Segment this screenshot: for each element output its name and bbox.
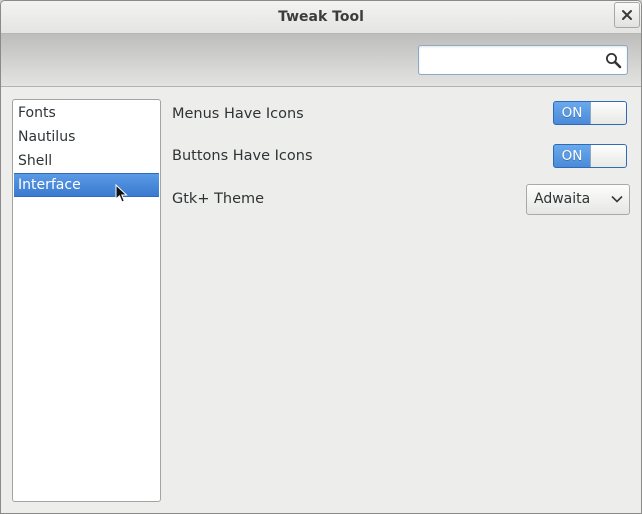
buttons-have-icons-label: Buttons Have Icons xyxy=(172,148,313,164)
sidebar-item-interface[interactable]: Interface xyxy=(14,173,159,197)
search-box[interactable] xyxy=(418,45,628,75)
sidebar-item-shell[interactable]: Shell xyxy=(14,149,159,173)
titlebar[interactable]: Tweak Tool xyxy=(1,1,641,34)
toolbar xyxy=(1,34,641,87)
switch-state-label: ON xyxy=(561,105,583,121)
sidebar-item-fonts[interactable]: Fonts xyxy=(14,101,159,125)
search-input[interactable] xyxy=(423,49,602,71)
switch-knob[interactable] xyxy=(590,145,626,167)
gtk-theme-label: Gtk+ Theme xyxy=(172,191,265,207)
category-list: Fonts Nautilus Shell Interface xyxy=(12,99,161,502)
chevron-down-icon xyxy=(611,195,623,203)
menus-have-icons-label: Menus Have Icons xyxy=(172,106,304,122)
search-icon[interactable] xyxy=(605,52,622,69)
buttons-have-icons-switch[interactable]: ON xyxy=(553,144,627,168)
switch-state-label: ON xyxy=(561,148,583,164)
switch-knob[interactable] xyxy=(590,102,626,124)
window-title: Tweak Tool xyxy=(278,9,364,25)
close-button[interactable] xyxy=(614,2,640,28)
mouse-pointer-icon xyxy=(115,184,128,203)
sidebar-item-nautilus[interactable]: Nautilus xyxy=(14,125,159,149)
gtk-theme-value: Adwaita xyxy=(534,191,591,207)
menus-have-icons-switch[interactable]: ON xyxy=(553,101,627,125)
gtk-theme-dropdown[interactable]: Adwaita xyxy=(526,184,630,215)
close-icon xyxy=(622,10,632,20)
tweak-tool-window: Tweak Tool Fonts Nautilus Shell Interfac… xyxy=(0,0,642,514)
